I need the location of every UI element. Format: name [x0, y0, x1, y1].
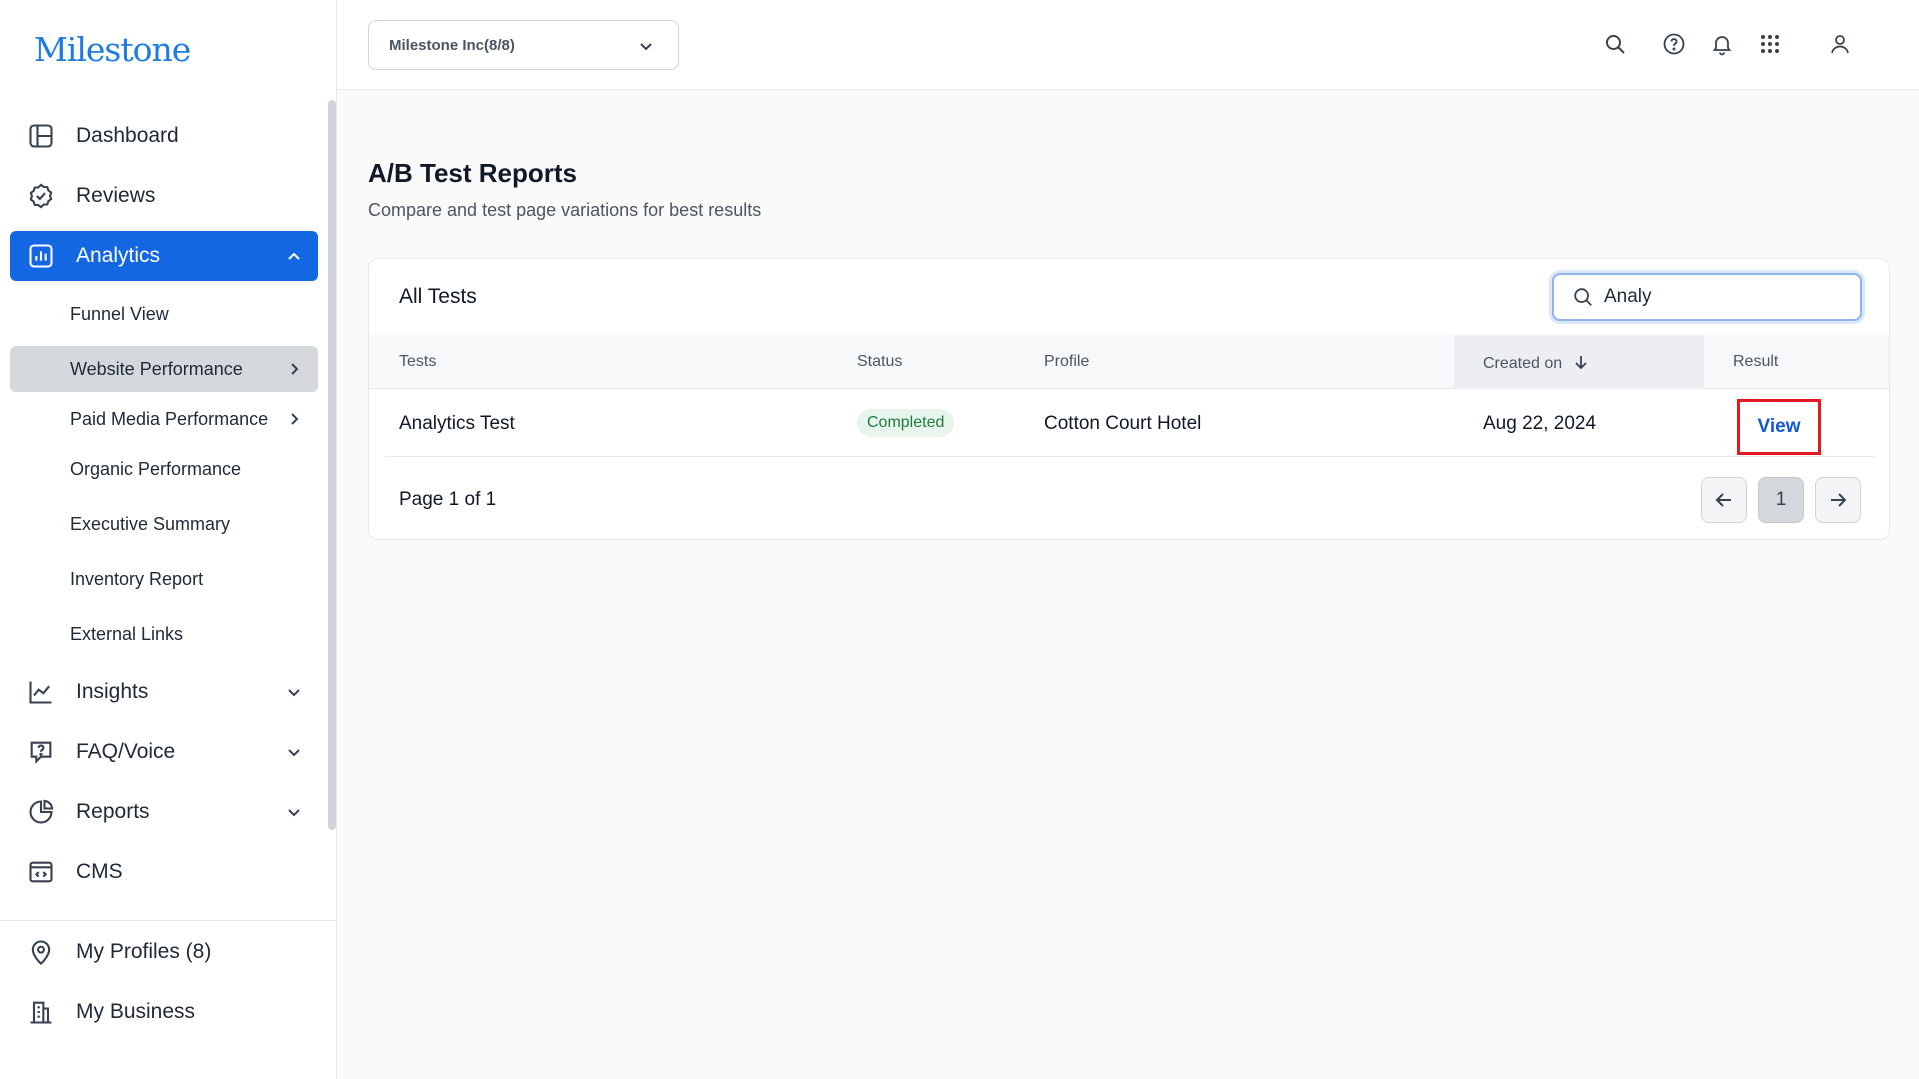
column-header-label: Created on	[1483, 355, 1563, 372]
arrow-left-icon	[1715, 493, 1731, 507]
sidebar-item-label: My Profiles (8)	[76, 940, 212, 963]
sidebar-subitem-label: Funnel View	[70, 303, 169, 324]
sidebar-item-label: FAQ/Voice	[76, 740, 176, 763]
chevron-down-icon	[640, 43, 652, 51]
sidebar-item-dashboard[interactable]: Dashboard	[10, 111, 318, 161]
sidebar-item-label: Reviews	[76, 184, 156, 207]
page-title: A/B Test Reports	[368, 158, 577, 188]
organization-select-value: Milestone Inc(8/8)	[389, 36, 515, 54]
sidebar-subitem-executive-summary[interactable]: Executive Summary	[10, 501, 318, 547]
column-header-profile[interactable]: Profile	[1044, 353, 1089, 371]
chevron-up-icon[interactable]	[284, 246, 304, 266]
arrow-down-icon	[1574, 356, 1587, 370]
sidebar-scrollbar[interactable]	[328, 100, 336, 830]
view-result-link[interactable]: View	[1737, 399, 1821, 455]
help-icon[interactable]	[1660, 30, 1688, 58]
sidebar-item-label: My Business	[76, 1000, 196, 1023]
sidebar-item-insights[interactable]: Insights	[10, 667, 318, 717]
chevron-down-icon[interactable]	[284, 742, 304, 762]
column-header-status[interactable]: Status	[857, 353, 902, 371]
chevron-down-icon[interactable]	[284, 802, 304, 822]
search-icon	[1574, 288, 1592, 306]
sidebar-subitem-inventory-report[interactable]: Inventory Report	[10, 556, 318, 602]
column-header-result[interactable]: Result	[1733, 353, 1778, 371]
sidebar-item-analytics[interactable]: Analytics	[10, 231, 318, 281]
prev-page-button[interactable]	[1701, 477, 1747, 523]
chevron-right-icon	[291, 413, 299, 425]
sidebar-subitem-website-performance[interactable]: Website Performance	[10, 346, 318, 392]
building-icon	[26, 997, 56, 1027]
sidebar-item-label: Reports	[76, 800, 150, 823]
sidebar-subitem-label: Executive Summary	[70, 513, 231, 534]
sidebar-item-faq-voice[interactable]: FAQ/Voice	[10, 727, 318, 777]
cell-profile: Cotton Court Hotel	[1044, 413, 1202, 434]
bell-icon[interactable]	[1708, 30, 1736, 58]
badge-check-icon	[26, 181, 56, 211]
message-question-icon	[26, 737, 56, 767]
table-row: Analytics Test Completed Cotton Court Ho…	[385, 389, 1875, 457]
next-page-button[interactable]	[1815, 477, 1861, 523]
sidebar-item-label: CMS	[76, 860, 123, 883]
chevron-right-icon	[291, 363, 299, 375]
column-header-created-on[interactable]: Created on	[1483, 354, 1589, 373]
sidebar-item-label: Analytics	[76, 244, 161, 267]
sidebar: Milestone Dashboard Reviews Analytics Fu…	[0, 0, 337, 1079]
organization-select[interactable]: Milestone Inc(8/8)	[368, 20, 679, 70]
sidebar-item-my-profiles[interactable]: My Profiles (8)	[10, 927, 318, 977]
cell-test-name: Analytics Test	[399, 413, 515, 434]
card-title: All Tests	[399, 285, 477, 308]
sidebar-subitem-funnel-view[interactable]: Funnel View	[10, 291, 318, 337]
apps-grid-icon[interactable]	[1756, 30, 1784, 58]
sidebar-subitem-organic-performance[interactable]: Organic Performance	[10, 446, 318, 492]
sidebar-subitem-label: External Links	[70, 623, 184, 644]
sidebar-subitem-label: Inventory Report	[70, 568, 204, 589]
sidebar-item-my-business[interactable]: My Business	[10, 987, 318, 1037]
user-icon[interactable]	[1826, 30, 1854, 58]
top-bar: Milestone Inc(8/8)	[337, 0, 1919, 90]
sidebar-subitem-label: Website Performance	[70, 358, 243, 379]
sidebar-subitem-external-links[interactable]: External Links	[10, 611, 318, 657]
cell-created-on: Aug 22, 2024	[1483, 413, 1597, 434]
status-badge: Completed	[857, 409, 955, 437]
layout-icon	[26, 121, 56, 151]
line-chart-icon	[26, 677, 56, 707]
pagination-text: Page 1 of 1	[399, 489, 497, 510]
map-pin-icon	[26, 937, 56, 967]
search-input[interactable]	[1604, 286, 1844, 308]
table-header: Tests Status Profile Created on Result	[369, 335, 1889, 389]
bar-chart-icon	[26, 241, 56, 271]
column-header-tests[interactable]: Tests	[399, 353, 436, 371]
sidebar-bottom: My Profiles (8) My Business	[0, 920, 337, 1079]
code-browser-icon	[26, 857, 56, 887]
brand-logo[interactable]: Milestone	[34, 30, 191, 69]
search-box[interactable]	[1552, 273, 1862, 321]
chevron-down-icon[interactable]	[284, 682, 304, 702]
arrow-right-icon	[1831, 493, 1847, 507]
search-icon[interactable]	[1601, 30, 1629, 58]
sidebar-item-reports[interactable]: Reports	[10, 787, 318, 837]
tests-card: All Tests Tests Status Profile Created o…	[368, 258, 1890, 540]
sidebar-item-label: Insights	[76, 680, 149, 703]
sidebar-subitem-label: Paid Media Performance	[70, 408, 269, 429]
sidebar-item-label: Dashboard	[76, 124, 179, 147]
sidebar-item-reviews[interactable]: Reviews	[10, 171, 318, 221]
pie-chart-icon	[26, 797, 56, 827]
sidebar-subitem-label: Organic Performance	[70, 458, 242, 479]
sidebar-item-cms[interactable]: CMS	[10, 847, 318, 897]
sidebar-subitem-paid-media-performance[interactable]: Paid Media Performance	[10, 396, 318, 442]
page-number-button[interactable]: 1	[1758, 477, 1804, 523]
page-subtitle: Compare and test page variations for bes…	[368, 200, 762, 220]
